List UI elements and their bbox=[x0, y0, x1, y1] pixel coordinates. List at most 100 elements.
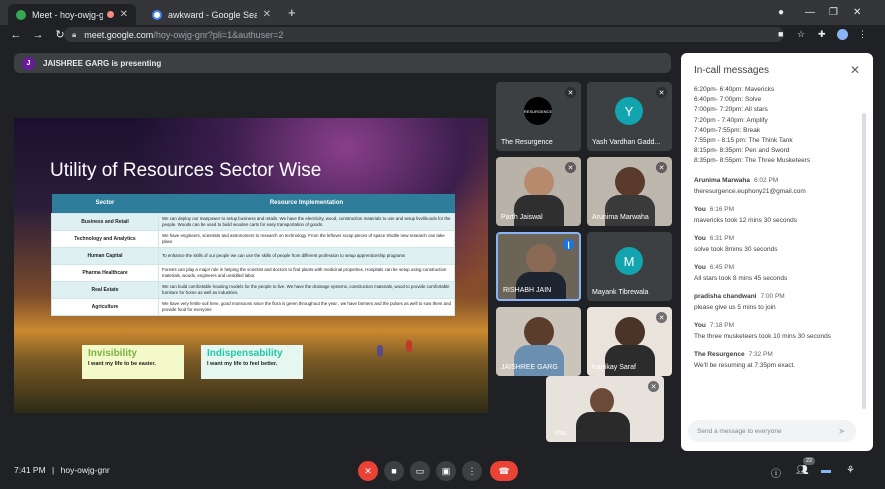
message-text: mavericks took 12 mins 30 seconds bbox=[694, 216, 797, 224]
new-tab-button[interactable]: + bbox=[288, 5, 296, 20]
tab-search[interactable]: awkward - Google Search ✕ bbox=[144, 4, 279, 25]
message-list: 6:20pm- 6:40pm: Mavericks 6:40pm- 7:00pm… bbox=[694, 85, 859, 412]
sender-name: You bbox=[694, 234, 706, 242]
sender-name: You bbox=[694, 263, 706, 271]
message-time: 7:18 PM bbox=[709, 321, 735, 329]
participant-name: RISHABH JAIN bbox=[503, 287, 552, 294]
participant-avatar: M bbox=[615, 247, 643, 275]
message-time: 7:32 PM bbox=[748, 350, 773, 358]
meeting-details-icon[interactable]: ⓘ bbox=[771, 465, 781, 480]
participant-tile-speaking[interactable]: ❙ RISHABH JAIN bbox=[496, 232, 581, 301]
meet-favicon-icon bbox=[16, 9, 26, 20]
participant-video bbox=[605, 345, 655, 376]
child-figure bbox=[377, 345, 383, 357]
table-row: Human Capital To enhance the skills of ou… bbox=[51, 246, 455, 265]
speaking-indicator-icon: ❙ bbox=[563, 239, 574, 250]
captions-button[interactable]: ▭ bbox=[410, 461, 430, 481]
mic-off-icon: ✕ bbox=[656, 87, 667, 98]
message-input[interactable]: Send a message to everyone bbox=[688, 420, 856, 442]
message-time: 6:16 PM bbox=[709, 205, 735, 213]
table-header: Resource Implementation bbox=[158, 194, 455, 213]
participant-name: The Resurgence bbox=[501, 139, 553, 146]
tab-meet[interactable]: Meet - hoy-owjg-gnr ✕ bbox=[8, 4, 136, 25]
url-field[interactable]: 🔒︎ meet.google.com/hoy-owjg-gnr?pli=1&au… bbox=[64, 27, 784, 42]
more-vert-icon: ⋮ bbox=[467, 465, 477, 476]
minimize-icon[interactable]: — bbox=[805, 7, 815, 18]
mic-off-icon: ✕ bbox=[656, 162, 667, 173]
tab-label: awkward - Google Search bbox=[168, 9, 257, 20]
participant-tile[interactable]: ✕ Kartikay Saraf bbox=[587, 307, 672, 376]
mic-off-icon: ✕ bbox=[565, 87, 576, 98]
invisibility-card: Invisibility I want my life to be easier… bbox=[82, 345, 184, 379]
chat-message: You 6:16 PM mavericks took 12 mins 30 sec… bbox=[694, 206, 859, 225]
implementation-cell: We can deploy our manpower to setup busi… bbox=[158, 212, 455, 231]
menu-kebab-icon[interactable]: ⋮ bbox=[858, 29, 867, 40]
resurgence-logo: RESURGENCE bbox=[524, 97, 552, 125]
chat-scrollbar[interactable] bbox=[862, 113, 866, 409]
sector-cell: Human Capital bbox=[51, 246, 159, 265]
forward-icon[interactable]: → bbox=[32, 29, 44, 41]
participant-tile[interactable]: M Mayank Tibrewala bbox=[587, 232, 672, 301]
participant-video bbox=[524, 167, 554, 197]
card-subtitle: I want my life to be easier. bbox=[88, 361, 156, 367]
present-button[interactable]: ▣ bbox=[436, 461, 456, 481]
captions-icon: ▭ bbox=[415, 465, 425, 476]
participant-name: Mayank Tibrewala bbox=[592, 289, 649, 296]
self-view-tile[interactable]: ✕ You bbox=[546, 376, 664, 442]
close-tab-icon[interactable]: ✕ bbox=[120, 9, 128, 20]
chat-icon[interactable]: ▬ bbox=[821, 465, 831, 476]
message-text: The three musketeers took 10 mins 30 sec… bbox=[694, 332, 831, 340]
bookmark-star-icon[interactable]: ☆ bbox=[797, 29, 805, 40]
table-header: Sector bbox=[51, 194, 159, 213]
participant-video bbox=[615, 317, 645, 347]
media-icon[interactable]: ● bbox=[778, 7, 784, 18]
meeting-code: hoy-owjg-gnr bbox=[60, 465, 110, 475]
camera-toggle-button[interactable]: ■ bbox=[384, 461, 404, 481]
participant-video bbox=[514, 345, 564, 376]
schedule-message: 6:20pm- 6:40pm: Mavericks 6:40pm- 7:00pm… bbox=[694, 86, 811, 165]
sender-name: The Resurgence bbox=[694, 350, 745, 358]
table-row: Business and Retail We can deploy our man… bbox=[51, 212, 455, 231]
participant-tile[interactable]: RESURGENCE ✕ The Resurgence bbox=[496, 82, 581, 151]
message-text: please give us 5 mins to join bbox=[694, 303, 776, 311]
back-icon[interactable]: ← bbox=[10, 29, 22, 41]
send-icon[interactable]: ➤ bbox=[838, 426, 846, 437]
extensions-icon[interactable]: ✚ bbox=[818, 29, 826, 40]
implementation-cell: We have very fertile soil here, good mon… bbox=[158, 297, 455, 316]
implementation-cell: To enhance the skills of our people we c… bbox=[158, 246, 455, 265]
sector-cell: Business and Retail bbox=[51, 212, 159, 231]
sector-cell: Technology and Analytics bbox=[51, 229, 159, 248]
mic-off-icon: ✕ bbox=[565, 162, 576, 173]
activities-icon[interactable]: ⚘ bbox=[846, 465, 855, 476]
more-options-button[interactable]: ⋮ bbox=[462, 461, 482, 481]
end-call-icon: ☎ bbox=[498, 465, 510, 476]
tab-label: Meet - hoy-owjg-gnr bbox=[32, 9, 103, 20]
presenting-text: JAISHREE GARG is presenting bbox=[43, 58, 162, 68]
participant-tile[interactable]: ✕ Arunima Marwaha bbox=[587, 157, 672, 226]
participant-name: JAISHREE GARG bbox=[501, 364, 558, 371]
browser-tab-bar: Meet - hoy-owjg-gnr ✕ awkward - Google S… bbox=[0, 0, 885, 25]
message-text: theresurgence.euphony21@gmail.com bbox=[694, 187, 806, 195]
chat-message: Arunima Marwaha 6:02 PM theresurgence.eup… bbox=[694, 177, 859, 196]
shared-screen: Utility of Resources Sector Wise Sector … bbox=[14, 118, 488, 413]
restore-icon[interactable]: ❐ bbox=[829, 7, 838, 18]
participant-tile[interactable]: ✕ Parth Jaiswal bbox=[496, 157, 581, 226]
meeting-controls-bar: 7:41 PM | hoy-owjg-gnr ✕ ■ ▭ ▣ ⋮ ☎ ⓘ 👥︎ … bbox=[0, 455, 885, 489]
mic-toggle-button[interactable]: ✕ bbox=[358, 461, 378, 481]
close-panel-icon[interactable]: ✕ bbox=[850, 63, 860, 77]
participant-tile[interactable]: Y ✕ Yash Vardhan Gadd... bbox=[587, 82, 672, 151]
child-figure bbox=[406, 340, 412, 352]
participant-tile[interactable]: JAISHREE GARG bbox=[496, 307, 581, 376]
close-window-icon[interactable]: ✕ bbox=[853, 7, 861, 18]
chat-message: You 6:45 PM All stars took 8 mins 45 seco… bbox=[694, 264, 859, 283]
profile-avatar[interactable] bbox=[837, 29, 848, 40]
people-icon[interactable]: 👥︎ bbox=[796, 465, 809, 476]
chat-message: You 6:31 PM solve took 8mins 30 seconds bbox=[694, 235, 859, 254]
sector-table: Sector Resource Implementation Business … bbox=[51, 194, 455, 316]
chat-panel: In-call messages ✕ 6:20pm- 6:40pm: Maver… bbox=[681, 53, 873, 451]
camera-indicator-icon[interactable]: ■ bbox=[778, 29, 783, 39]
leave-call-button[interactable]: ☎ bbox=[490, 461, 518, 481]
participant-name: Yash Vardhan Gadd... bbox=[592, 139, 661, 146]
message-time: 6:31 PM bbox=[709, 234, 735, 242]
close-tab-icon[interactable]: ✕ bbox=[263, 9, 271, 20]
